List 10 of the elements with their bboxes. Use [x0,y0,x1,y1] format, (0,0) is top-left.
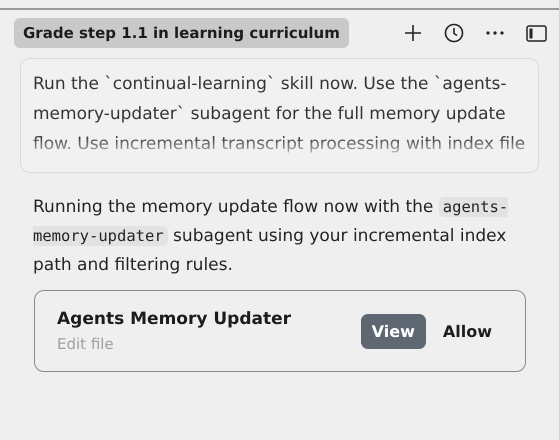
card-subtitle: Edit file [57,335,115,353]
chat-title: Grade step 1.1 in learning curriculum [14,18,349,48]
sidebar-toggle-icon[interactable] [526,24,547,42]
plus-icon[interactable] [404,24,422,42]
allow-button[interactable]: Allow [432,314,503,348]
user-message-text: Run the `continual-learning` skill now. Use the `agents-memory-updater` subagent for the full memory update flow. Use incremental transcript processing with index file [33,73,526,156]
more-icon[interactable] [486,31,504,35]
card-title: Agents Memory Updater [57,309,291,329]
clock-icon[interactable] [444,23,464,43]
view-button[interactable]: View [360,314,426,348]
